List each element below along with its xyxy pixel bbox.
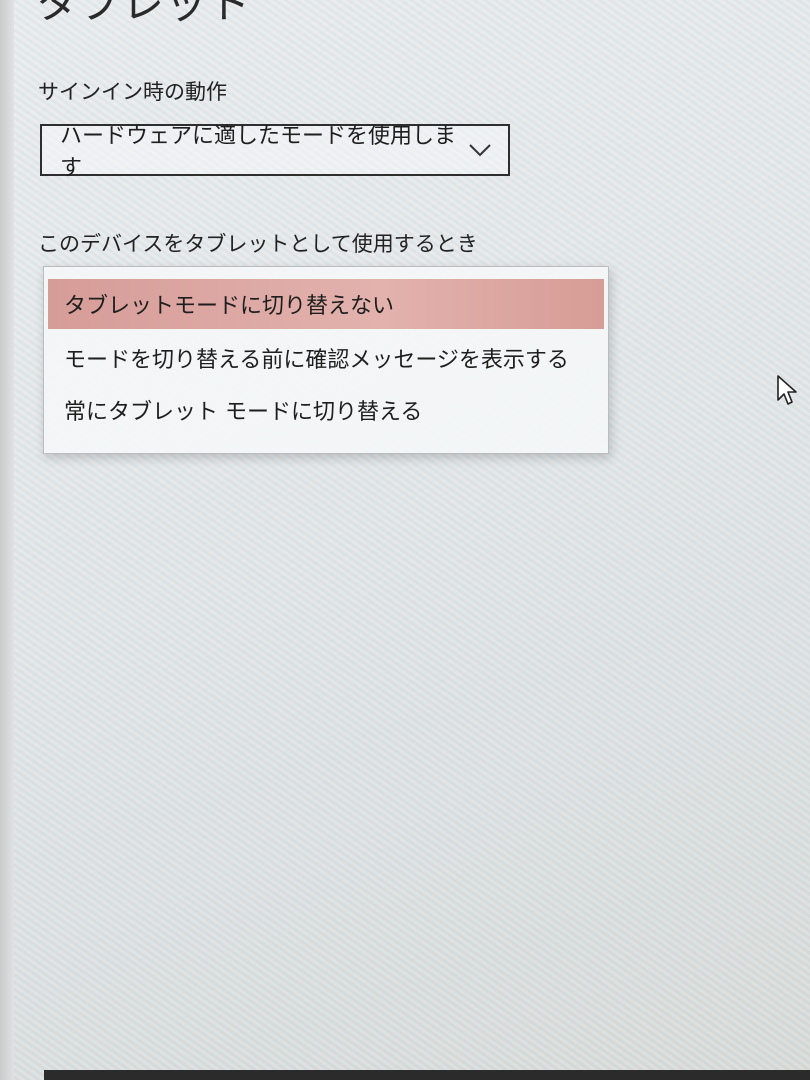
- tablet-use-dropdown-list: タブレットモードに切り替えない モードを切り替える前に確認メッセージを表示する …: [43, 266, 609, 454]
- signin-behavior-dropdown[interactable]: ハードウェアに適したモードを使用します: [40, 124, 510, 181]
- page-title: タブレット: [36, 0, 252, 28]
- tablet-use-label: このデバイスをタブレットとして使用するとき: [38, 232, 478, 256]
- option-always-switch[interactable]: 常にタブレット モードに切り替える: [48, 385, 604, 435]
- mouse-pointer-icon: [777, 375, 797, 405]
- signin-behavior-selected-value: ハードウェアに適したモードを使用します: [60, 124, 457, 181]
- chevron-down-icon: [469, 144, 491, 157]
- option-never-switch[interactable]: タブレットモードに切り替えない: [48, 279, 604, 329]
- signin-behavior-label: サインイン時の動作: [38, 80, 227, 104]
- option-ask-before-switch[interactable]: モードを切り替える前に確認メッセージを表示する: [48, 333, 604, 383]
- window-left-edge: [0, 0, 14, 1080]
- taskbar-edge: [44, 1070, 810, 1080]
